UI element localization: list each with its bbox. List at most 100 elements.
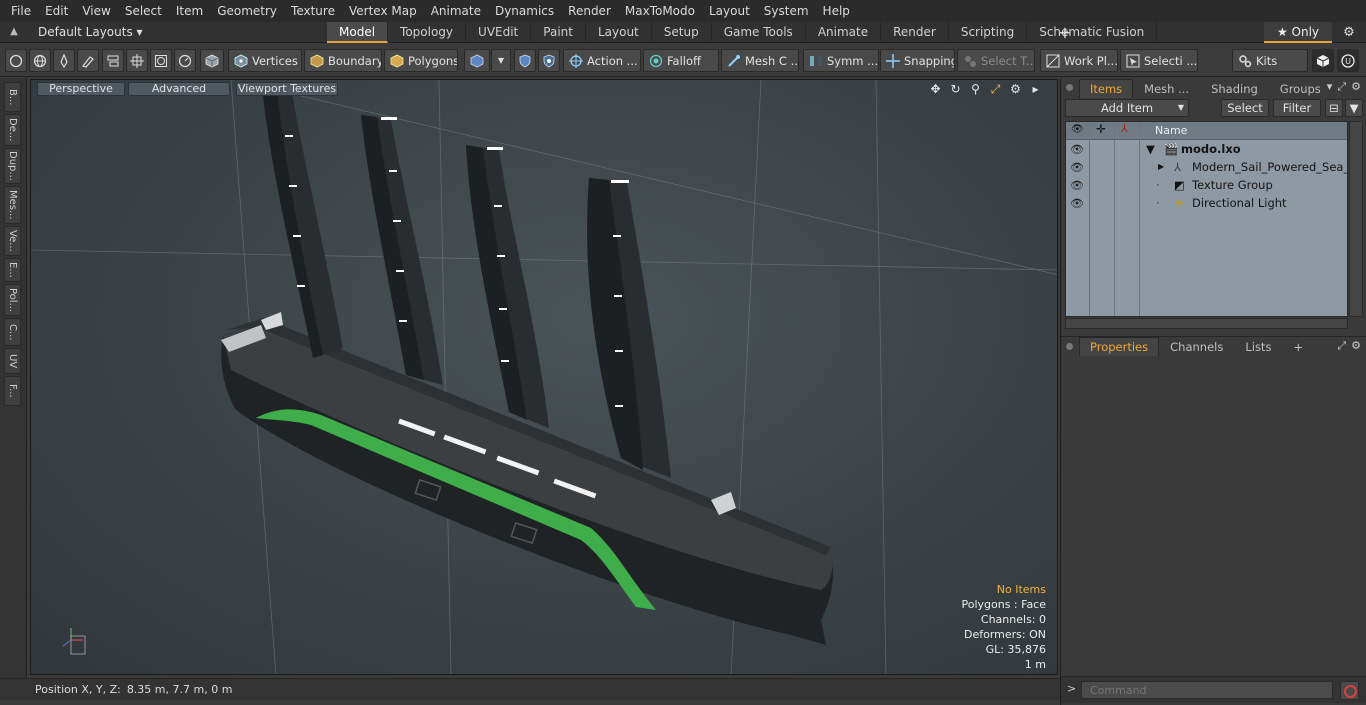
menu-animate[interactable]: Animate: [424, 0, 488, 22]
funnel-icon[interactable]: ▼: [1345, 99, 1363, 117]
only-toggle[interactable]: ★ Only: [1264, 22, 1332, 43]
left-tab-deform[interactable]: De...: [4, 114, 21, 146]
symmetry-button[interactable]: Symm ...: [803, 49, 879, 72]
add-item-button[interactable]: Add Item ▼: [1065, 99, 1189, 117]
symmetry-shield-button[interactable]: [538, 49, 560, 72]
menu-dynamics[interactable]: Dynamics: [488, 0, 561, 22]
unreal-logo-button[interactable]: U: [1337, 49, 1359, 72]
left-tab-fusion[interactable]: F...: [4, 376, 21, 406]
tree-row-mesh[interactable]: 👁 ▶ ⅄ Modern_Sail_Powered_Sea_V...: [1066, 158, 1347, 176]
item-mode-button[interactable]: [200, 49, 224, 72]
tab-channels[interactable]: Channels: [1159, 337, 1234, 356]
filter-button[interactable]: Filter: [1273, 99, 1321, 117]
vertices-button[interactable]: Vertices: [228, 49, 302, 72]
add-tab-button[interactable]: +: [1282, 337, 1314, 356]
material-dropdown[interactable]: ▼: [491, 49, 511, 72]
menu-help[interactable]: Help: [816, 0, 857, 22]
advanced-dropdown[interactable]: Advanced: [128, 82, 230, 96]
tab-items[interactable]: Items: [1079, 79, 1134, 98]
collapse-icon[interactable]: ⊟: [1325, 99, 1343, 117]
left-tab-polygon[interactable]: Pol...: [4, 284, 21, 316]
brush-button[interactable]: [77, 49, 99, 72]
material-mode-button[interactable]: [464, 49, 490, 72]
eye-icon[interactable]: 👁: [1069, 141, 1085, 157]
left-tab-edge[interactable]: E...: [4, 258, 21, 282]
panel-gear-icon[interactable]: ⚙: [1351, 80, 1361, 94]
tab-schematic-fusion[interactable]: Schematic Fusion: [1027, 22, 1158, 43]
kits-button[interactable]: Kits: [1232, 49, 1308, 72]
tree-vertical-scrollbar[interactable]: [1349, 121, 1363, 317]
pen-button[interactable]: [53, 49, 75, 72]
left-tab-basic[interactable]: B...: [4, 82, 21, 112]
selection-sets-button[interactable]: Selecti ...: [1120, 49, 1198, 72]
panel-gear-icon[interactable]: ⚙: [1351, 339, 1361, 353]
3d-viewport[interactable]: Perspective Advanced Viewport Textures ✥…: [30, 79, 1058, 675]
command-input[interactable]: [1081, 681, 1333, 699]
viewport-textures-dropdown[interactable]: Viewport Textures: [236, 82, 338, 96]
tab-lists[interactable]: Lists: [1234, 337, 1282, 356]
menu-layout[interactable]: Layout: [702, 0, 757, 22]
expand-arrow-icon[interactable]: ▼: [1146, 140, 1155, 158]
tree-row-scene[interactable]: 👁 ▼ 🎬 modo.lxo: [1066, 140, 1347, 158]
rotate-icon[interactable]: ↻: [948, 82, 963, 97]
menu-vertex-map[interactable]: Vertex Map: [342, 0, 424, 22]
menu-view[interactable]: View: [75, 0, 117, 22]
tab-mesh[interactable]: Mesh ...: [1133, 79, 1200, 98]
default-layouts-dropdown[interactable]: Default Layouts ▾: [38, 22, 143, 43]
menu-maxtomodo[interactable]: MaxToModo: [618, 0, 702, 22]
falloff-button[interactable]: Falloff: [643, 49, 719, 72]
tab-shading[interactable]: Shading: [1200, 79, 1269, 98]
tab-render[interactable]: Render: [881, 22, 949, 43]
add-layout-tab-icon[interactable]: +: [1056, 22, 1074, 43]
tab-paint[interactable]: Paint: [531, 22, 586, 43]
left-tab-vertex[interactable]: Ve...: [4, 226, 21, 256]
menu-file[interactable]: File: [4, 0, 38, 22]
tree-horizontal-scrollbar[interactable]: [1065, 318, 1348, 329]
menu-geometry[interactable]: Geometry: [210, 0, 284, 22]
item-tree[interactable]: 👁 ✛ ⅄ Name 👁 ▼ 🎬 modo.lxo 👁 ▶ ⅄ Modern_S…: [1065, 121, 1348, 317]
action-center-button[interactable]: Action ...: [563, 49, 641, 72]
tab-dropdown-icon[interactable]: ▾: [1327, 80, 1333, 94]
tab-setup[interactable]: Setup: [652, 22, 712, 43]
snap-shield-button[interactable]: [514, 49, 536, 72]
gear-icon[interactable]: ⚙: [1340, 22, 1358, 43]
expand-arrow-icon[interactable]: ▸: [1028, 82, 1043, 97]
transform-button[interactable]: [126, 49, 148, 72]
boundary-button[interactable]: Boundary: [304, 49, 382, 72]
menu-system[interactable]: System: [757, 0, 816, 22]
maximize-icon[interactable]: ⤢: [1337, 339, 1346, 353]
left-tab-mesh-edit[interactable]: Mes...: [4, 186, 21, 224]
viewport-gear-icon[interactable]: ⚙: [1008, 82, 1023, 97]
mesh-constraint-button[interactable]: Mesh C ...: [721, 49, 799, 72]
menu-render[interactable]: Render: [561, 0, 618, 22]
tab-model[interactable]: Model: [327, 22, 389, 43]
select-button[interactable]: Select: [1221, 99, 1269, 117]
tab-scripting[interactable]: Scripting: [949, 22, 1028, 43]
tree-row-texture-group[interactable]: 👁 · ◩ Texture Group: [1066, 176, 1347, 194]
menu-texture[interactable]: Texture: [284, 0, 342, 22]
select-mode-none-button[interactable]: [5, 49, 27, 72]
zoom-icon[interactable]: ⚲: [968, 82, 983, 97]
collapse-arrow-icon[interactable]: ▶: [1158, 158, 1164, 176]
box-select-button[interactable]: [150, 49, 172, 72]
maximize-icon[interactable]: ⤢: [1337, 80, 1346, 94]
menu-select[interactable]: Select: [118, 0, 169, 22]
menu-item[interactable]: Item: [169, 0, 210, 22]
pan-icon[interactable]: ✥: [928, 82, 943, 97]
name-column-header[interactable]: Name: [1155, 122, 1187, 140]
align-button[interactable]: [102, 49, 124, 72]
tab-topology[interactable]: Topology: [388, 22, 467, 43]
left-tab-duplicate[interactable]: Dup...: [4, 148, 21, 184]
tab-uvedit[interactable]: UVEdit: [466, 22, 532, 43]
tab-game-tools[interactable]: Game Tools: [712, 22, 806, 43]
globe-button[interactable]: [29, 49, 51, 72]
layout-expand-icon[interactable]: ▲: [6, 24, 22, 40]
left-tab-curve[interactable]: C...: [4, 318, 21, 346]
perspective-dropdown[interactable]: Perspective: [37, 82, 125, 96]
menu-edit[interactable]: Edit: [38, 0, 75, 22]
timer-button[interactable]: [174, 49, 196, 72]
select-through-button[interactable]: Select T...: [957, 49, 1035, 72]
tab-groups[interactable]: Groups: [1269, 79, 1332, 98]
tab-properties[interactable]: Properties: [1079, 337, 1160, 356]
eye-icon[interactable]: 👁: [1069, 195, 1085, 211]
